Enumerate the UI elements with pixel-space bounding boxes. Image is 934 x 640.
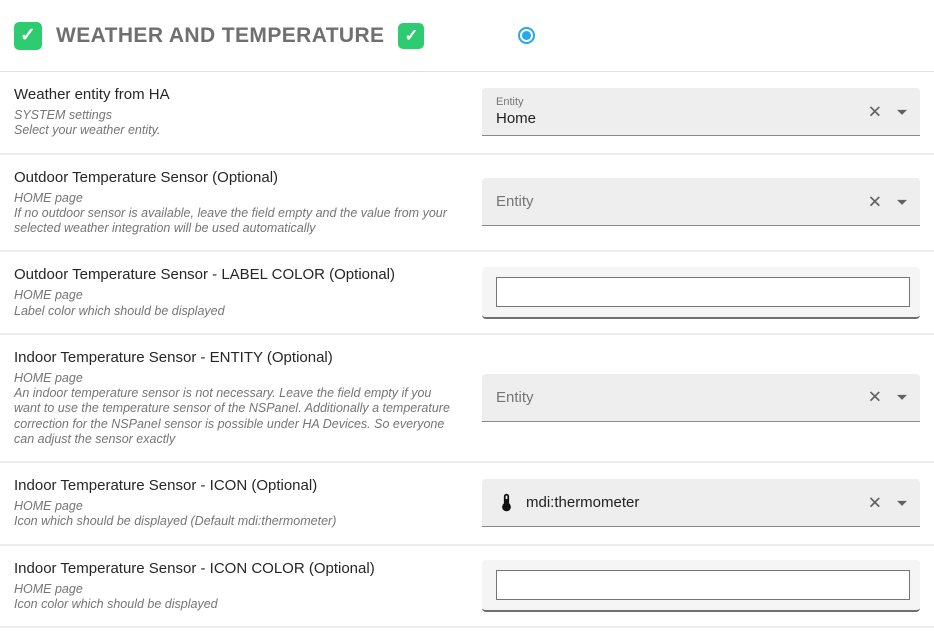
field-description: Select your weather entity. <box>14 123 460 138</box>
text-field-container <box>482 560 920 612</box>
field-text-block: Indoor Temperature Sensor - ICON (Option… <box>0 473 482 534</box>
clear-icon[interactable]: ✕ <box>868 103 882 120</box>
field-control: Entity ✕ <box>482 178 920 226</box>
section-title: WEATHER AND TEMPERATURE <box>56 24 384 48</box>
field-description: If no outdoor sensor is available, leave… <box>14 206 460 237</box>
field-title: Weather entity from HA <box>14 86 460 103</box>
indoor-icon-select[interactable]: mdi:thermometer ✕ <box>482 479 920 527</box>
outdoor-entity-select[interactable]: Entity ✕ <box>482 178 920 226</box>
radio-dot-icon <box>522 31 531 40</box>
field-text-block: Weather entity from HA SYSTEM settings S… <box>0 82 482 143</box>
clear-icon[interactable]: ✕ <box>868 389 882 406</box>
outdoor-label-color-input[interactable] <box>496 277 910 307</box>
settings-row-indoor-entity: Indoor Temperature Sensor - ENTITY (Opti… <box>0 335 934 463</box>
chevron-down-icon[interactable] <box>897 395 907 400</box>
settings-row-weather-entity: Weather entity from HA SYSTEM settings S… <box>0 72 934 155</box>
select-placeholder: Entity <box>496 389 534 406</box>
field-text-block: Outdoor Temperature Sensor (Optional) HO… <box>0 165 482 241</box>
chevron-down-icon[interactable] <box>897 200 907 205</box>
field-title: Outdoor Temperature Sensor (Optional) <box>14 169 460 186</box>
select-floating-label: Entity <box>496 96 536 108</box>
field-text-block: Indoor Temperature Sensor - ICON COLOR (… <box>0 556 482 617</box>
chevron-down-icon[interactable] <box>897 501 907 506</box>
section-checkbox-secondary[interactable]: ✓ <box>398 23 424 49</box>
field-control: mdi:thermometer ✕ <box>482 479 920 527</box>
clear-icon[interactable]: ✕ <box>868 193 882 210</box>
field-title: Indoor Temperature Sensor - ICON (Option… <box>14 477 460 494</box>
indoor-entity-select[interactable]: Entity ✕ <box>482 374 920 422</box>
field-description: Icon color which should be displayed <box>14 597 460 612</box>
field-control <box>482 560 920 612</box>
field-scope: SYSTEM settings <box>14 108 460 123</box>
select-value: Home <box>496 110 536 127</box>
settings-row-indoor-label-color: Indoor Temperature Sensor - LABEL COLOR … <box>0 628 934 640</box>
indoor-icon-color-input[interactable] <box>496 570 910 600</box>
field-title: Indoor Temperature Sensor - ENTITY (Opti… <box>14 349 460 366</box>
field-scope: HOME page <box>14 582 460 597</box>
field-title: Outdoor Temperature Sensor - LABEL COLOR… <box>14 266 460 283</box>
field-control <box>482 267 920 319</box>
select-placeholder: Entity <box>496 193 534 210</box>
select-value: mdi:thermometer <box>526 494 639 511</box>
check-icon: ✓ <box>20 24 36 47</box>
field-scope: HOME page <box>14 288 460 303</box>
settings-row-outdoor-sensor: Outdoor Temperature Sensor (Optional) HO… <box>0 155 934 253</box>
section-enabled-checkbox[interactable]: ✓ <box>14 22 42 50</box>
field-description: Label color which should be displayed <box>14 304 460 319</box>
settings-row-indoor-icon: Indoor Temperature Sensor - ICON (Option… <box>0 463 934 546</box>
field-control: Entity ✕ <box>482 374 920 422</box>
check-icon: ✓ <box>404 26 418 46</box>
field-control: Entity Home ✕ <box>482 88 920 136</box>
field-text-block: Indoor Temperature Sensor - ENTITY (Opti… <box>0 345 482 451</box>
field-scope: HOME page <box>14 499 460 514</box>
section-header: ✓ WEATHER AND TEMPERATURE ✓ <box>0 0 934 72</box>
field-description: An indoor temperature sensor is not nece… <box>14 386 460 447</box>
chevron-down-icon[interactable] <box>897 110 907 115</box>
weather-entity-select[interactable]: Entity Home ✕ <box>482 88 920 136</box>
field-text-block: Outdoor Temperature Sensor - LABEL COLOR… <box>0 262 482 323</box>
field-scope: HOME page <box>14 371 460 386</box>
settings-row-indoor-icon-color: Indoor Temperature Sensor - ICON COLOR (… <box>0 546 934 629</box>
section-radio-button[interactable] <box>518 27 535 44</box>
field-title: Indoor Temperature Sensor - ICON COLOR (… <box>14 560 460 577</box>
clear-icon[interactable]: ✕ <box>868 494 882 511</box>
field-scope: HOME page <box>14 191 460 206</box>
settings-row-outdoor-label-color: Outdoor Temperature Sensor - LABEL COLOR… <box>0 252 934 335</box>
text-field-container <box>482 267 920 319</box>
thermometer-icon <box>496 492 517 513</box>
field-description: Icon which should be displayed (Default … <box>14 514 460 529</box>
